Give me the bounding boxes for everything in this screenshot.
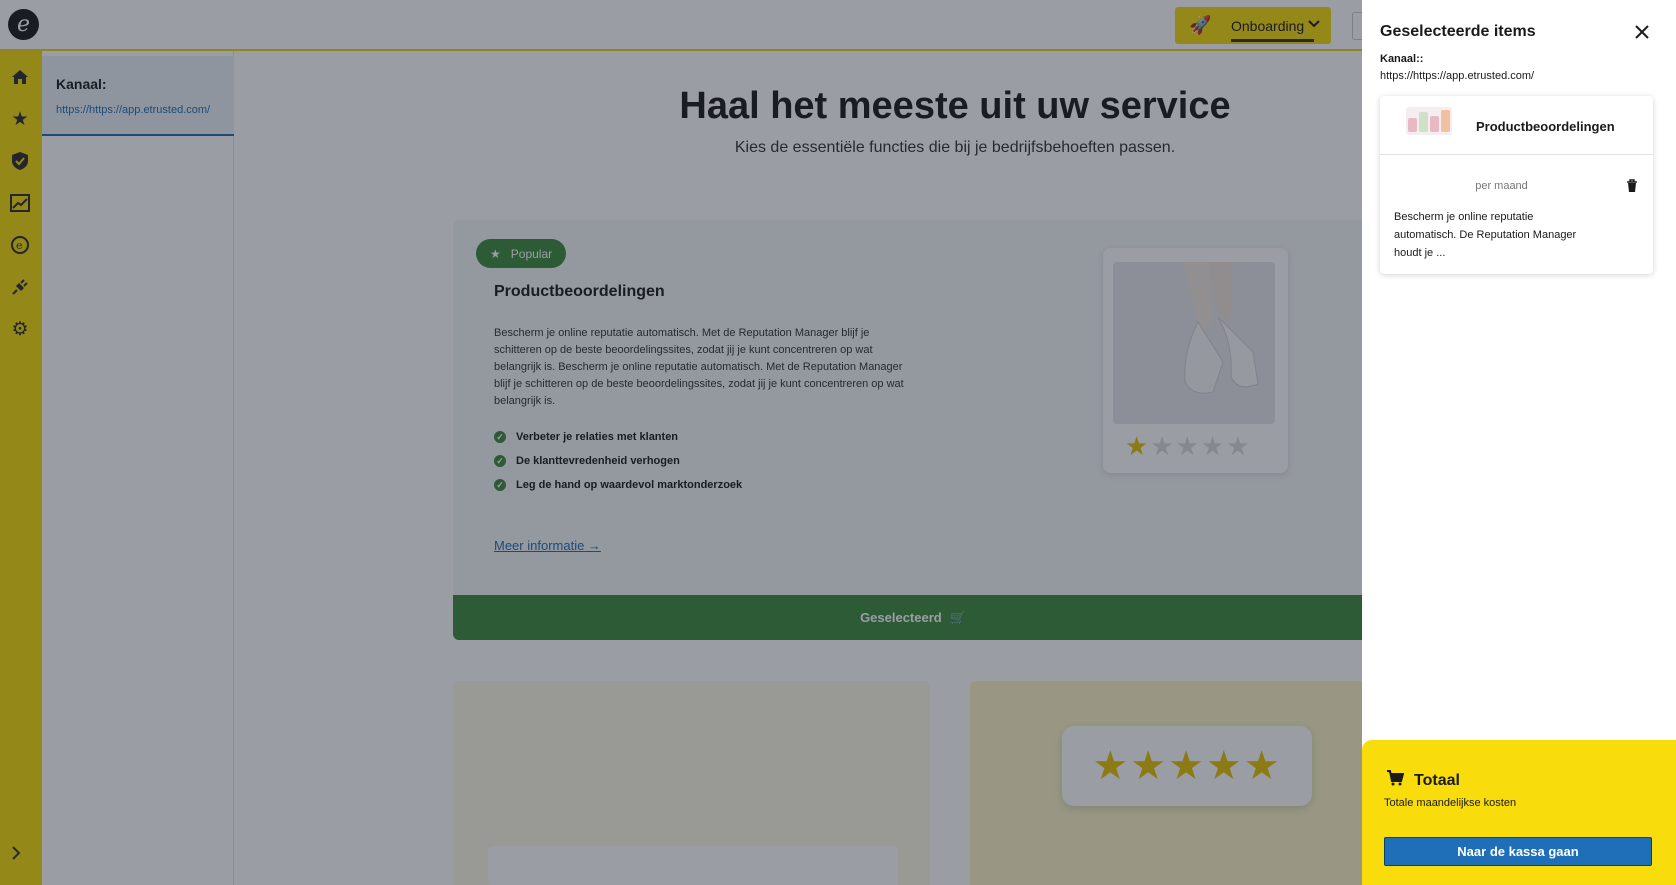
divider bbox=[1380, 154, 1653, 155]
drawer-channel-url: https://https://app.etrusted.com/ bbox=[1380, 70, 1535, 82]
checkout-button[interactable]: Naar de kassa gaan bbox=[1384, 837, 1652, 866]
total-title: Totaal bbox=[1414, 771, 1460, 789]
drawer-title: Geselecteerde items bbox=[1380, 23, 1536, 40]
item-price: per maand bbox=[1475, 180, 1528, 192]
total-subtitle: Totale maandelijkse kosten bbox=[1384, 797, 1517, 809]
drawer-channel-label: Kanaal:: bbox=[1380, 53, 1424, 65]
total-heading: Totaal bbox=[1386, 770, 1460, 791]
cart-icon bbox=[1386, 770, 1405, 791]
item-thumbnail bbox=[1406, 107, 1452, 135]
item-description: Bescherm je online reputatie automatisch… bbox=[1394, 211, 1577, 259]
modal-overlay[interactable] bbox=[0, 0, 1362, 885]
selected-item-card: Productbeoordelingen per maand Bescherm … bbox=[1380, 96, 1653, 274]
trash-icon[interactable] bbox=[1623, 176, 1641, 196]
close-icon[interactable] bbox=[1630, 20, 1654, 44]
total-panel: Totaal Totale maandelijkse kosten Naar d… bbox=[1362, 740, 1676, 885]
item-name: Productbeoordelingen bbox=[1476, 119, 1615, 134]
selected-items-drawer: Geselecteerde items Kanaal:: https://htt… bbox=[1362, 0, 1676, 885]
